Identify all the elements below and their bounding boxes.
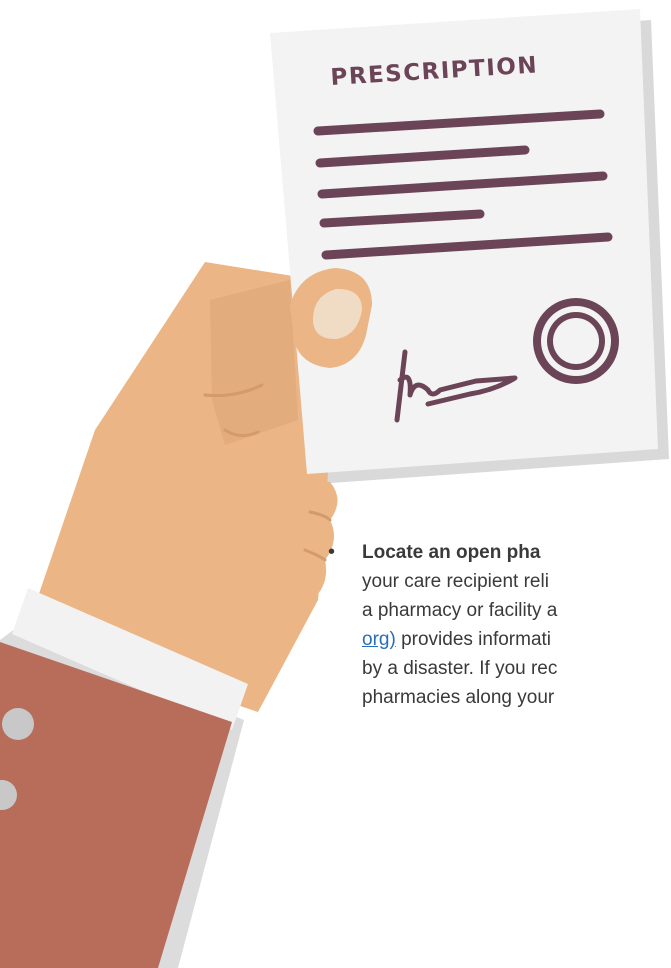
hand-shade: [210, 280, 298, 445]
prescription-hand-illustration: PRESCRIPTION: [0, 9, 669, 968]
page: PRESCRIPTION • Locate an open pha your c…: [0, 0, 671, 968]
stamp-seal-icon: [533, 298, 619, 384]
text-line: by a disaster. If you rec: [362, 658, 558, 679]
text-line-heading: Locate an open pha: [362, 542, 541, 563]
text-line: your care recipient reli: [362, 571, 549, 592]
text-line-with-link: org) provides informati: [362, 625, 671, 654]
body-text: Locate an open pha your care recipient r…: [362, 538, 671, 712]
text-line: pharmacies along your: [362, 687, 555, 708]
website-link[interactable]: org): [362, 629, 396, 650]
text-line: a pharmacy or facility a: [362, 600, 558, 621]
list-bullet: •: [328, 541, 336, 563]
sleeve-button: [2, 708, 34, 740]
text-line-rest: provides informati: [395, 629, 552, 650]
